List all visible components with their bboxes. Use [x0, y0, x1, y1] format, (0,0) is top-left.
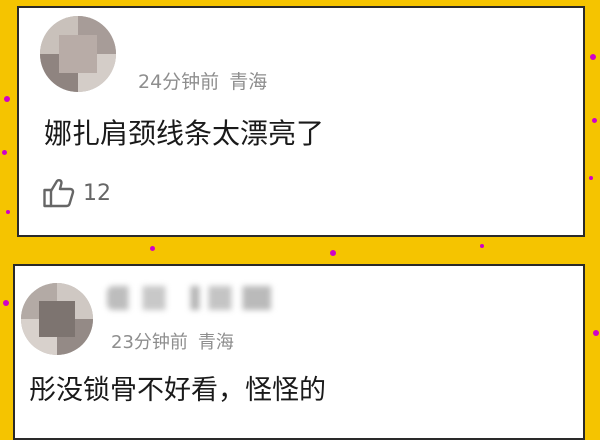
comment-location: 青海 [229, 71, 268, 93]
confetti-dot [3, 300, 9, 306]
comment-location: 青海 [197, 332, 234, 353]
comment-text: 娜扎肩颈线条太漂亮了 [44, 117, 325, 150]
confetti-dot [2, 150, 7, 155]
comment-meta: 23分钟前 青海 [111, 328, 234, 354]
username-redacted [139, 20, 329, 50]
comment-time: 23分钟前 [111, 332, 188, 353]
avatar[interactable] [40, 16, 116, 92]
comment-card: 23分钟前 青海 彤没锁骨不好看，怪怪的 [13, 264, 585, 440]
comment-card: 24分钟前 青海 娜扎肩颈线条太漂亮了 12 [17, 6, 585, 237]
avatar[interactable] [21, 283, 93, 355]
confetti-dot [480, 244, 484, 248]
confetti-dot [330, 250, 336, 256]
confetti-dot [593, 330, 599, 336]
confetti-dot [589, 176, 593, 180]
comment-time: 24分钟前 [138, 71, 220, 93]
like-count: 12 [83, 180, 111, 206]
username-redacted [107, 286, 285, 310]
comment-meta: 24分钟前 青海 [138, 67, 267, 94]
confetti-dot [150, 246, 155, 251]
confetti-dot [4, 96, 10, 102]
like-button[interactable]: 12 [43, 178, 111, 208]
confetti-dot [592, 118, 597, 123]
thumbs-up-icon [43, 178, 75, 208]
comment-text: 彤没锁骨不好看，怪怪的 [29, 375, 326, 406]
confetti-dot [6, 210, 10, 214]
confetti-dot [590, 54, 596, 60]
